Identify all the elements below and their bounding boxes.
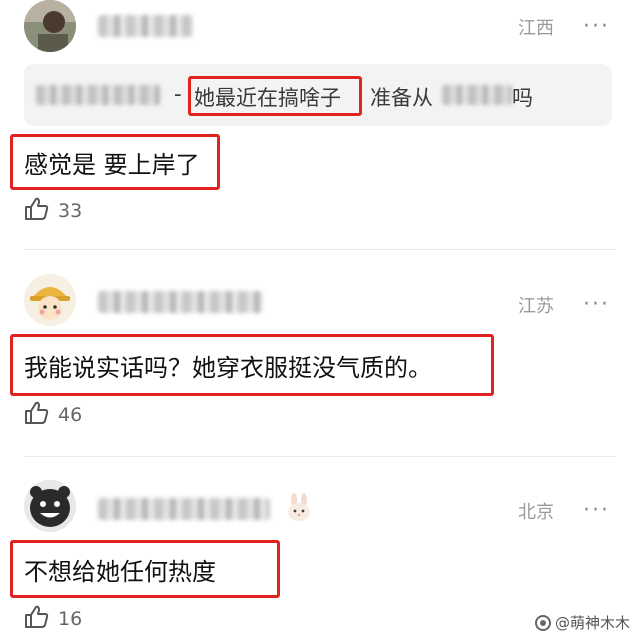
divider bbox=[24, 249, 616, 250]
comment-text: 感觉是 要上岸了 bbox=[24, 151, 200, 179]
like-count: 16 bbox=[58, 608, 83, 630]
reply-dash: - bbox=[174, 82, 182, 106]
username-blurred[interactable] bbox=[98, 15, 193, 37]
more-dots-icon[interactable]: ··· bbox=[583, 500, 610, 522]
location-label: 江西 bbox=[518, 18, 554, 39]
location-label: 江苏 bbox=[518, 296, 554, 317]
comment-text: 我能说实话吗？她穿衣服挺没气质的。 bbox=[24, 354, 432, 382]
username-blurred[interactable] bbox=[98, 291, 263, 313]
watermark-logo-icon bbox=[534, 614, 551, 631]
like-count: 33 bbox=[58, 200, 83, 222]
avatar[interactable] bbox=[24, 480, 76, 532]
watermark-text: @萌神木木 bbox=[554, 614, 630, 632]
avatar[interactable] bbox=[24, 0, 76, 52]
more-dots-icon[interactable]: ··· bbox=[583, 16, 610, 38]
username-blurred[interactable] bbox=[98, 498, 270, 520]
divider bbox=[24, 456, 616, 457]
thumbs-up-icon bbox=[24, 400, 50, 430]
more-dots-icon[interactable]: ··· bbox=[583, 294, 610, 316]
reply-blurred-word bbox=[442, 85, 512, 105]
reply-text-b: 吗 bbox=[512, 86, 533, 110]
reply-text-a: 准备从 bbox=[370, 86, 433, 110]
thumbs-up-icon bbox=[24, 196, 50, 226]
highlight-box bbox=[188, 76, 362, 116]
watermark: @萌神木木 bbox=[534, 612, 630, 633]
like-count: 46 bbox=[58, 404, 83, 426]
like-button[interactable]: 46 bbox=[24, 400, 82, 430]
like-button[interactable]: 33 bbox=[24, 196, 82, 226]
thumbs-up-icon bbox=[24, 604, 50, 634]
like-button[interactable]: 16 bbox=[24, 604, 82, 634]
avatar[interactable] bbox=[24, 274, 76, 326]
comment-text: 不想给她任何热度 bbox=[24, 558, 216, 586]
location-label: 北京 bbox=[518, 502, 554, 523]
reply-author-blurred bbox=[36, 85, 160, 105]
bunny-icon bbox=[284, 492, 314, 526]
quoted-reply[interactable]: - 她最近在搞啥子 准备从 吗 bbox=[24, 64, 612, 126]
